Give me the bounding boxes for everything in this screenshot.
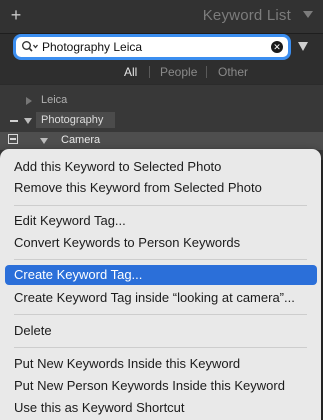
menu-item-convert-to-person[interactable]: Convert Keywords to Person Keywords	[5, 233, 317, 253]
menu-item-remove-keyword[interactable]: Remove this Keyword from Selected Photo	[5, 178, 317, 198]
keyword-context-menu: Add this Keyword to Selected Photo Remov…	[0, 149, 321, 420]
menu-separator	[14, 259, 307, 260]
filter-divider	[206, 66, 207, 78]
keyword-filter-bar: All People Other	[0, 65, 323, 81]
keyword-label: Camera	[61, 134, 101, 146]
menu-item-create-keyword-tag[interactable]: Create Keyword Tag...	[5, 265, 317, 285]
keyword-list-panel: + Keyword List ✕ All People Other Leica	[0, 0, 323, 420]
menu-separator	[14, 205, 307, 206]
menu-item-edit-keyword-tag[interactable]: Edit Keyword Tag...	[5, 211, 317, 231]
panel-header: + Keyword List	[0, 0, 323, 34]
keyword-row-leica[interactable]: Leica	[0, 93, 323, 109]
expand-triangle-icon[interactable]	[26, 97, 32, 105]
menu-item-use-as-keyword-shortcut[interactable]: Use this as Keyword Shortcut	[5, 398, 317, 418]
collapse-triangle-icon[interactable]	[303, 11, 313, 18]
menu-separator	[14, 314, 307, 315]
menu-item-put-new-keywords-inside[interactable]: Put New Keywords Inside this Keyword	[5, 354, 317, 374]
menu-separator	[14, 347, 307, 348]
keyword-search-area: ✕ All People Other	[0, 34, 323, 84]
filter-people[interactable]: People	[160, 65, 197, 79]
panel-title: Keyword List	[202, 7, 291, 24]
minus-icon[interactable]	[10, 120, 18, 122]
keyword-search-input[interactable]	[42, 38, 262, 56]
menu-item-delete[interactable]: Delete	[5, 321, 317, 341]
search-options-dropdown-icon[interactable]	[298, 42, 308, 51]
search-icon[interactable]	[21, 40, 39, 54]
clear-search-icon[interactable]: ✕	[271, 41, 283, 53]
menu-item-add-keyword[interactable]: Add this Keyword to Selected Photo	[5, 157, 317, 177]
keyword-row-photography[interactable]: Photography	[0, 112, 323, 129]
filter-all[interactable]: All	[124, 65, 137, 79]
menu-item-create-keyword-tag-inside[interactable]: Create Keyword Tag inside “looking at ca…	[5, 288, 317, 308]
filter-other[interactable]: Other	[218, 65, 248, 79]
checkbox-icon[interactable]	[8, 134, 18, 144]
collapse-triangle-icon[interactable]	[24, 118, 32, 124]
collapse-triangle-icon[interactable]	[40, 138, 48, 144]
keyword-label: Photography	[41, 114, 104, 126]
keyword-label: Leica	[41, 94, 68, 106]
plus-icon[interactable]: +	[8, 6, 24, 24]
keyword-row-camera[interactable]: Camera	[0, 132, 323, 150]
keyword-search-box[interactable]: ✕	[16, 37, 288, 57]
filter-divider	[149, 66, 150, 78]
menu-item-put-new-person-keywords-inside[interactable]: Put New Person Keywords Inside this Keyw…	[5, 376, 317, 396]
